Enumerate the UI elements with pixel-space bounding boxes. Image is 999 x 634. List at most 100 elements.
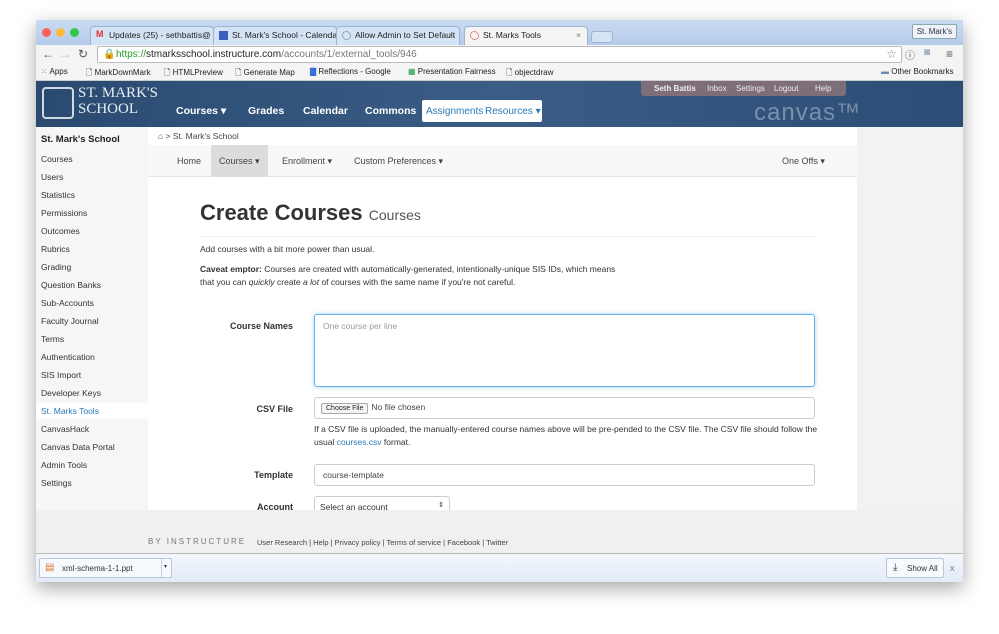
new-tab-button[interactable] [591,31,613,43]
sidebar-item-faculty-journal[interactable]: Faculty Journal [41,316,99,326]
url-scheme: https:// [116,49,147,60]
nav-calendar[interactable]: Calendar [303,105,348,117]
home-icon[interactable]: ⌂ [158,131,163,141]
url-host: stmarksschool.instructure.com [146,49,282,60]
course-names-textarea[interactable]: One course per line [314,314,815,387]
help-part: format. [381,437,411,447]
sidebar-item-settings[interactable]: Settings [41,478,72,488]
sheets-icon: ▦ [408,67,416,76]
settings-link[interactable]: Settings [736,84,765,93]
logout-link[interactable]: Logout [774,84,798,93]
bookmark[interactable]: 🗋 HTMLPreview [164,67,223,81]
star-icon[interactable]: ☆ [886,47,897,61]
download-menu-icon[interactable]: ▾ [161,559,171,577]
nav-courses[interactable]: Courses ▾ [176,105,226,117]
reload-icon[interactable]: ↻ [78,47,88,61]
bookmark[interactable]: 🗋 objectdraw [506,67,553,81]
sidebar-item-developer-keys[interactable]: Developer Keys [41,388,101,398]
bookmark-apps[interactable]: ⁙ Apps [41,67,68,76]
browser-tab[interactable]: M Updates (25) - sethbattis@ × [90,26,214,45]
inbox-link[interactable]: Inbox [707,84,727,93]
sidebar-title: St. Mark's School [41,134,120,145]
help-link[interactable]: Help [815,84,831,93]
sidebar-item-canvas-data-portal[interactable]: Canvas Data Portal [41,442,115,452]
zoom-window-button[interactable] [70,28,79,37]
sidebar-item-grading[interactable]: Grading [41,262,71,272]
sidebar-item-sis-import[interactable]: SIS Import [41,370,81,380]
subnav-enrollment[interactable]: Enrollment ▾ [282,156,332,167]
nav-assignments[interactable]: Assignments [426,106,483,117]
sidebar-item-canvashack[interactable]: CanvasHack [41,424,89,434]
caveat-part: of courses with the same name if you're … [319,277,516,287]
csv-file-input[interactable]: Choose File No file chosen [314,397,815,419]
bookmark[interactable]: 🗋 MarkDownMark [86,67,151,81]
close-window-button[interactable] [42,28,51,37]
caveat-em: a lot [303,277,320,287]
canvas-header: ST. MARK'S SCHOOL Courses ▾ Grades Calend… [36,81,963,127]
browser-toolbar: ← → ↻ 🔒 https://stmarksschool.instructure… [36,45,963,64]
subnav-home[interactable]: Home [177,156,201,166]
download-item[interactable]: ▤ xml-schema-1-1.ppt ▾ [39,558,172,578]
tab-bar: M Updates (25) - sethbattis@ × St. Mark's … [36,20,963,45]
close-tab-icon[interactable]: × [448,30,453,40]
lion-crest-icon [42,87,74,119]
forward-icon[interactable]: → [59,47,71,61]
footer-links[interactable]: User Research | Help | Privacy policy | … [257,538,508,547]
nav-grades[interactable]: Grades [248,105,284,117]
courses-csv-link[interactable]: courses.csv [337,437,382,447]
bookmark-label: objectdraw [514,68,554,77]
sidebar-item-users[interactable]: Users [41,172,63,182]
tab-label: St. Marks Tools [483,30,541,40]
subnav-custom-preferences[interactable]: Custom Preferences ▾ [354,156,443,167]
info-icon[interactable]: ⓘ [905,47,915,62]
minimize-window-button[interactable] [56,28,65,37]
subnav-courses[interactable]: Courses ▾ [211,145,268,177]
school-logo[interactable]: ST. MARK'S SCHOOL [42,85,158,119]
nav-commons[interactable]: Commons [365,105,416,117]
bookmark[interactable]: 🗋 Generate Map [235,67,295,81]
show-all-label: Show All [907,564,938,573]
sidebar-item-terms[interactable]: Terms [41,334,64,344]
address-bar[interactable]: 🔒 https://stmarksschool.instructure.com/a… [97,46,902,63]
bookmark[interactable]: ▦ Presentation Fairness [408,67,496,76]
browser-tab[interactable]: St. Mark's School - Calendar × [213,26,337,45]
sidebar-item-courses[interactable]: Courses [41,154,73,164]
breadcrumb-item[interactable]: St. Mark's School [173,131,239,141]
close-tab-icon[interactable]: × [325,30,330,40]
caveat-em: quickly [248,277,275,287]
bookmark[interactable]: ▇ Reflections - Google [310,67,391,76]
sidebar-item-outcomes[interactable]: Outcomes [41,226,80,236]
sidebar-item-sub-accounts[interactable]: Sub-Accounts [41,298,94,308]
other-bookmarks[interactable]: ▬ Other Bookmarks [881,67,953,76]
download-filename: xml-schema-1-1.ppt [62,564,133,573]
close-tab-icon[interactable]: × [202,30,207,40]
nav-resources[interactable]: Resources ▾ [485,106,541,117]
sidebar-item-question-banks[interactable]: Question Banks [41,280,101,290]
browser-tab[interactable]: Allow Admin to Set Default × [336,26,460,45]
logo-line: SCHOOL [78,101,139,117]
footer: BY INSTRUCTURE User Research | Help | Pr… [148,510,963,553]
browser-tab-active[interactable]: St. Marks Tools × [464,26,588,45]
sidebar-item-authentication[interactable]: Authentication [41,352,95,362]
back-icon[interactable]: ← [42,47,54,61]
sidebar-item-rubrics[interactable]: Rubrics [41,244,70,254]
template-input[interactable]: course-template [314,464,815,486]
tab-label: Allow Admin to Set Default [355,30,456,40]
instructure-logo[interactable]: BY INSTRUCTURE [148,537,246,546]
sidebar-item-statistics[interactable]: Statistics [41,190,75,200]
sidebar-item-st-marks-tools[interactable]: St. Marks Tools [36,403,148,419]
close-tab-icon[interactable]: × [576,30,581,40]
sidebar-item-admin-tools[interactable]: Admin Tools [41,460,87,470]
user-name[interactable]: Seth Battis [654,84,696,93]
user-menu: Seth Battis Inbox Settings Logout Help [641,81,846,96]
choose-file-button[interactable]: Choose File [321,403,369,414]
custom-nav-box: Assignments Resources ▾ [422,100,542,122]
menu-icon[interactable]: ≡ [946,47,953,61]
sidebar: St. Mark's School Courses Users Statistics… [36,127,148,510]
close-download-bar-icon[interactable]: x [950,563,955,573]
show-all-button[interactable]: ⤓ Show All [886,558,944,578]
subnav-one-offs[interactable]: One Offs ▾ [782,156,825,167]
profile-button[interactable]: St. Mark's [911,24,957,39]
sidebar-item-permissions[interactable]: Permissions [41,208,87,218]
camera-icon[interactable]: ◙ [924,47,930,58]
